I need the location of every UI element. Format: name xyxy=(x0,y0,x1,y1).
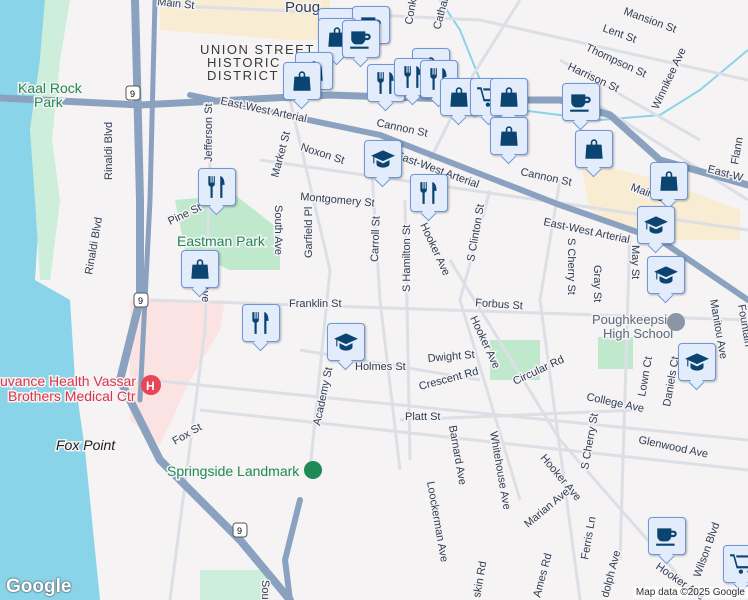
hospital-icon-glyph: H xyxy=(146,379,155,393)
street-label: Sou xyxy=(259,580,271,600)
fork-knife-icon xyxy=(248,310,274,336)
shopping-marker[interactable] xyxy=(490,78,528,116)
city-label: Poug xyxy=(285,0,320,16)
tree-icon xyxy=(304,461,322,479)
school-marker[interactable] xyxy=(364,140,402,178)
school-label[interactable]: High School xyxy=(602,325,675,343)
shopping-marker[interactable] xyxy=(181,250,219,288)
shopping-bag-icon xyxy=(446,84,472,110)
graduation-cap-icon xyxy=(370,146,396,172)
shopping-marker[interactable] xyxy=(283,62,321,100)
school-marker[interactable] xyxy=(678,343,716,381)
grocery-marker[interactable] xyxy=(723,545,748,583)
svg-text:9: 9 xyxy=(237,526,242,536)
svg-text:9: 9 xyxy=(138,296,143,306)
restaurant-marker[interactable] xyxy=(198,168,236,206)
school-marker[interactable] xyxy=(327,323,365,361)
place-label: Fox Point xyxy=(56,437,116,453)
cafe-marker[interactable] xyxy=(562,83,600,121)
restaurant-marker[interactable] xyxy=(242,304,280,342)
school-marker[interactable] xyxy=(637,206,675,244)
graduation-cap-icon xyxy=(684,349,710,375)
svg-text:9: 9 xyxy=(130,89,135,99)
street-label: Franklin St xyxy=(289,298,342,310)
coffee-cup-icon xyxy=(568,89,594,115)
fork-knife-icon xyxy=(204,174,230,200)
school-marker[interactable] xyxy=(647,256,685,294)
graduation-cap-icon xyxy=(333,329,359,355)
street-label: Jefferson St xyxy=(203,104,215,163)
shopping-bag-icon xyxy=(656,168,682,194)
street-label: Garfield Pl xyxy=(303,207,315,258)
map-attribution[interactable]: Map data ©2025 Google xyxy=(632,587,748,598)
route-9-shield-icon: 9 xyxy=(133,292,149,308)
shopping-cart-icon xyxy=(729,551,748,577)
park-label[interactable]: Eastman Park xyxy=(176,232,268,251)
shopping-marker[interactable] xyxy=(490,117,528,155)
shopping-marker[interactable] xyxy=(575,130,613,168)
google-logo: Google xyxy=(6,576,72,597)
cafe-marker[interactable] xyxy=(342,20,380,58)
shopping-bag-icon xyxy=(496,84,522,110)
school-label[interactable]: Poughkeepsie xyxy=(591,311,676,329)
school-poi-icon xyxy=(667,313,685,331)
fork-knife-icon xyxy=(416,180,442,206)
shopping-bag-icon xyxy=(187,256,213,282)
route-9-shield-icon: 9 xyxy=(232,522,248,538)
street-label: South Ave xyxy=(272,205,284,255)
street-label: Carroll St xyxy=(369,216,383,262)
street-label: S Cherry St xyxy=(565,238,577,295)
street-label: Platt St xyxy=(405,411,440,423)
route-9-shield-icon: 9 xyxy=(125,85,141,101)
street-label: Rinaldi Blvd xyxy=(103,122,115,180)
shopping-marker[interactable] xyxy=(650,162,688,200)
street-label: Holmes St xyxy=(355,361,406,373)
restaurant-marker[interactable] xyxy=(410,174,448,212)
cafe-marker[interactable] xyxy=(648,517,686,555)
street-label: S Hamilton St xyxy=(401,225,413,292)
graduation-cap-icon xyxy=(653,262,679,288)
shopping-bag-icon xyxy=(289,68,315,94)
street-label: May St xyxy=(629,245,641,279)
park-label[interactable]: Park xyxy=(33,93,66,112)
hospital-label[interactable]: Brothers Medical Ctr xyxy=(7,387,138,406)
coffee-cup-icon xyxy=(348,26,374,52)
park-label[interactable]: Springside Landmark xyxy=(166,462,302,481)
shopping-bag-icon xyxy=(496,123,522,149)
coffee-cup-icon xyxy=(654,523,680,549)
district-label: DISTRICT xyxy=(207,68,279,83)
hospital-label[interactable]: uvance Health Vassar xyxy=(0,372,138,391)
graduation-cap-icon xyxy=(643,212,669,238)
street-label: Gray St xyxy=(591,265,603,302)
shopping-bag-icon xyxy=(581,136,607,162)
